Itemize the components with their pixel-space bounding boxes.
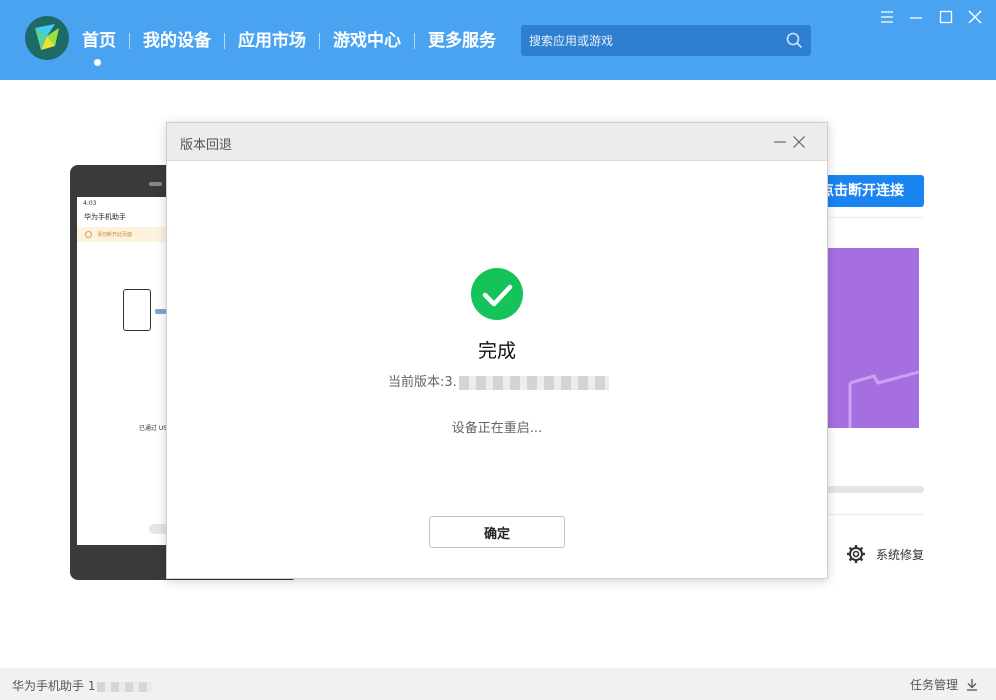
nav-home-label: 首页 — [82, 31, 116, 51]
nav-divider — [414, 33, 415, 49]
nav-more-services[interactable]: 更多服务 — [428, 28, 496, 54]
main-nav: 首页 我的设备 应用市场 游戏中心 更多服务 — [82, 28, 496, 66]
redacted-version-number — [458, 375, 609, 390]
reboot-status-text: 设备正在重启... — [451, 421, 543, 436]
dialog-title: 版本回退 — [180, 138, 233, 153]
search-input[interactable] — [529, 25, 779, 56]
system-repair-button[interactable]: 系统修复 — [846, 544, 924, 564]
divider — [826, 217, 924, 218]
version-rollback-dialog: 版本回退 完成 当前版本:3. 设备正在重启... 确定 — [166, 122, 828, 579]
gear-icon — [847, 545, 865, 563]
phone-speaker — [149, 182, 162, 186]
close-icon[interactable] — [968, 10, 982, 24]
info-icon — [85, 231, 92, 238]
divider — [826, 514, 924, 515]
success-check-icon — [471, 268, 523, 320]
menu-icon[interactable] — [880, 10, 894, 24]
confirm-button[interactable]: 确定 — [429, 516, 565, 548]
current-version-text: 当前版本:3. — [388, 371, 609, 390]
phone-time: 4:03 — [83, 200, 97, 207]
task-manager-label: 任务管理 — [909, 678, 958, 692]
dialog-header: 版本回退 — [167, 123, 827, 161]
task-manager-button[interactable]: 任务管理 — [910, 676, 978, 693]
active-indicator — [94, 59, 101, 66]
progress-bar — [826, 486, 924, 493]
nav-my-devices[interactable]: 我的设备 — [143, 28, 211, 54]
app-logo[interactable] — [25, 16, 69, 60]
minimize-icon[interactable] — [909, 10, 923, 24]
current-version-label: 当前版本:3. — [388, 375, 457, 390]
nav-home[interactable]: 首页 — [82, 28, 116, 66]
system-repair-label: 系统修复 — [876, 547, 925, 562]
promo-banner[interactable] — [826, 248, 919, 428]
app-name-label: 华为手机助手 1 — [12, 679, 96, 693]
logo-icon — [35, 24, 59, 50]
nav-divider — [224, 33, 225, 49]
minimize-icon[interactable] — [773, 135, 787, 149]
app-version-info: 华为手机助手 1 — [12, 677, 153, 694]
top-bar: 首页 我的设备 应用市场 游戏中心 更多服务 — [0, 0, 996, 80]
device-outline-icon — [123, 289, 151, 331]
maximize-icon[interactable] — [939, 10, 953, 24]
completion-title: 完成 — [477, 340, 516, 362]
folder-icon — [848, 370, 919, 428]
nav-divider — [319, 33, 320, 49]
redacted-version — [97, 681, 153, 692]
phone-app-title: 华为手机助手 — [84, 213, 126, 221]
download-icon — [967, 679, 977, 691]
close-icon[interactable] — [792, 135, 806, 149]
nav-game-center[interactable]: 游戏中心 — [333, 28, 401, 54]
phone-tip-text: 请勿断开此页面 — [97, 232, 133, 238]
nav-divider — [129, 33, 130, 49]
search-icon[interactable] — [786, 32, 803, 49]
status-bar: 华为手机助手 1 任务管理 — [0, 668, 996, 700]
search-box — [521, 25, 811, 56]
nav-app-market[interactable]: 应用市场 — [238, 28, 306, 54]
